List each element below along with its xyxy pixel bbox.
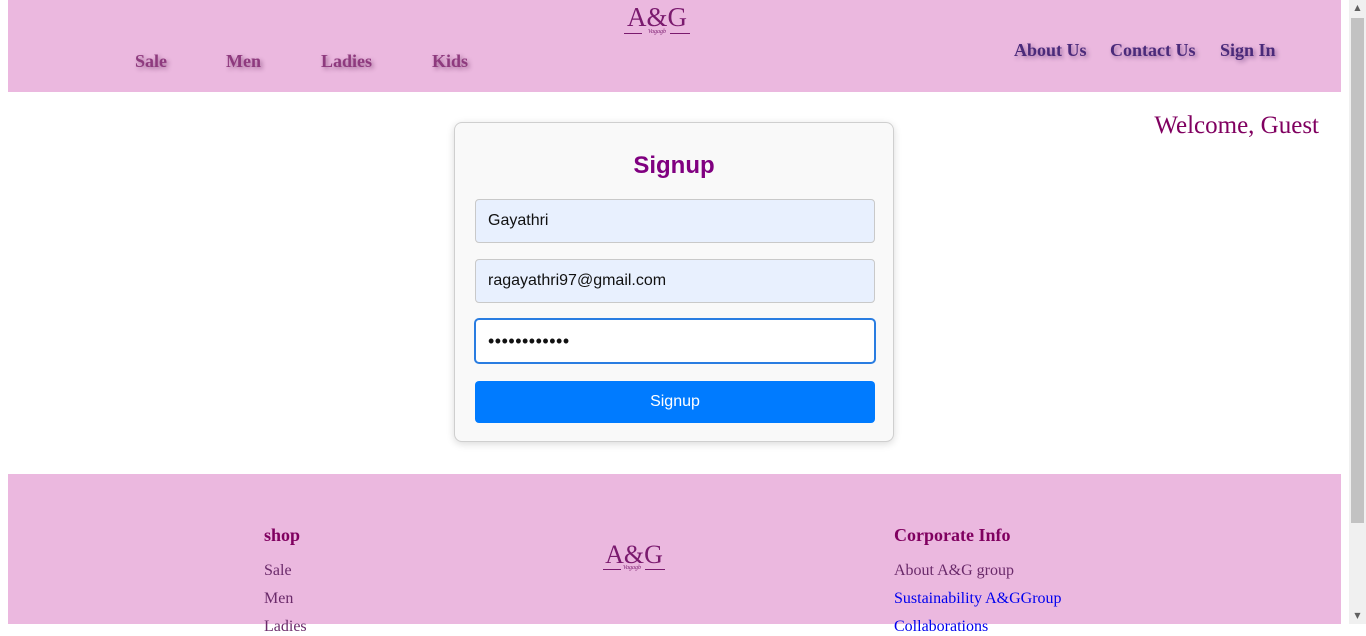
- nav-contact-us[interactable]: Contact Us: [1110, 40, 1196, 61]
- nav-sale[interactable]: Sale: [135, 51, 167, 72]
- footer-corporate-heading: Corporate Info: [894, 525, 1011, 545]
- nav-sign-in[interactable]: Sign In: [1220, 40, 1276, 61]
- footer-logo-line-right: [645, 569, 665, 570]
- footer-logo-subtext: Vagagb: [623, 565, 641, 571]
- logo-line-right: [670, 33, 690, 34]
- scroll-thumb[interactable]: [1351, 18, 1364, 523]
- nav-about-us[interactable]: About Us: [1014, 40, 1087, 61]
- logo-text: A&G: [627, 2, 687, 32]
- footer-logo-line-left: [603, 569, 621, 570]
- footer-link-sustainability[interactable]: Sustainability A&GGroup: [894, 590, 1062, 608]
- footer-link-about-group[interactable]: About A&G group: [894, 562, 1014, 580]
- logo-subtext: Vagagb: [648, 29, 666, 35]
- site-header: A&G Vagagb Sale Men Ladies Kids About Us…: [8, 0, 1341, 92]
- footer-link-men[interactable]: Men: [264, 590, 293, 608]
- name-input[interactable]: Gayathri: [475, 199, 875, 243]
- signup-button[interactable]: Signup: [475, 381, 875, 423]
- footer-link-ladies[interactable]: Ladies: [264, 618, 307, 636]
- signup-title: Signup: [633, 152, 715, 179]
- signup-form: Signup Gayathri ragayathri97@gmail.com •…: [454, 122, 894, 442]
- footer-logo[interactable]: A&G Vagagb: [603, 540, 665, 576]
- nav-men[interactable]: Men: [226, 51, 261, 72]
- triangle-down-icon[interactable]: ▼: [1349, 608, 1366, 624]
- triangle-up-icon[interactable]: ▲: [1349, 0, 1366, 16]
- footer-link-collaborations[interactable]: Collaborations: [894, 618, 988, 636]
- footer-link-sale[interactable]: Sale: [264, 562, 292, 580]
- email-input[interactable]: ragayathri97@gmail.com: [475, 259, 875, 303]
- site-footer: shop Sale Men Ladies A&G Vagagb Corporat…: [8, 474, 1341, 635]
- nav-kids[interactable]: Kids: [432, 51, 468, 72]
- nav-ladies[interactable]: Ladies: [321, 51, 372, 72]
- footer-shop-heading: shop: [264, 525, 301, 545]
- logo-line-left: [624, 33, 642, 34]
- header-logo[interactable]: A&G Vagagb: [624, 2, 690, 38]
- password-input[interactable]: ••••••••••••: [475, 319, 875, 363]
- page: A&G Vagagb Sale Men Ladies Kids About Us…: [8, 0, 1341, 635]
- welcome-message: Welcome, Guest: [1154, 112, 1319, 139]
- page-scrollbar[interactable]: ▲ ▼: [1349, 0, 1366, 624]
